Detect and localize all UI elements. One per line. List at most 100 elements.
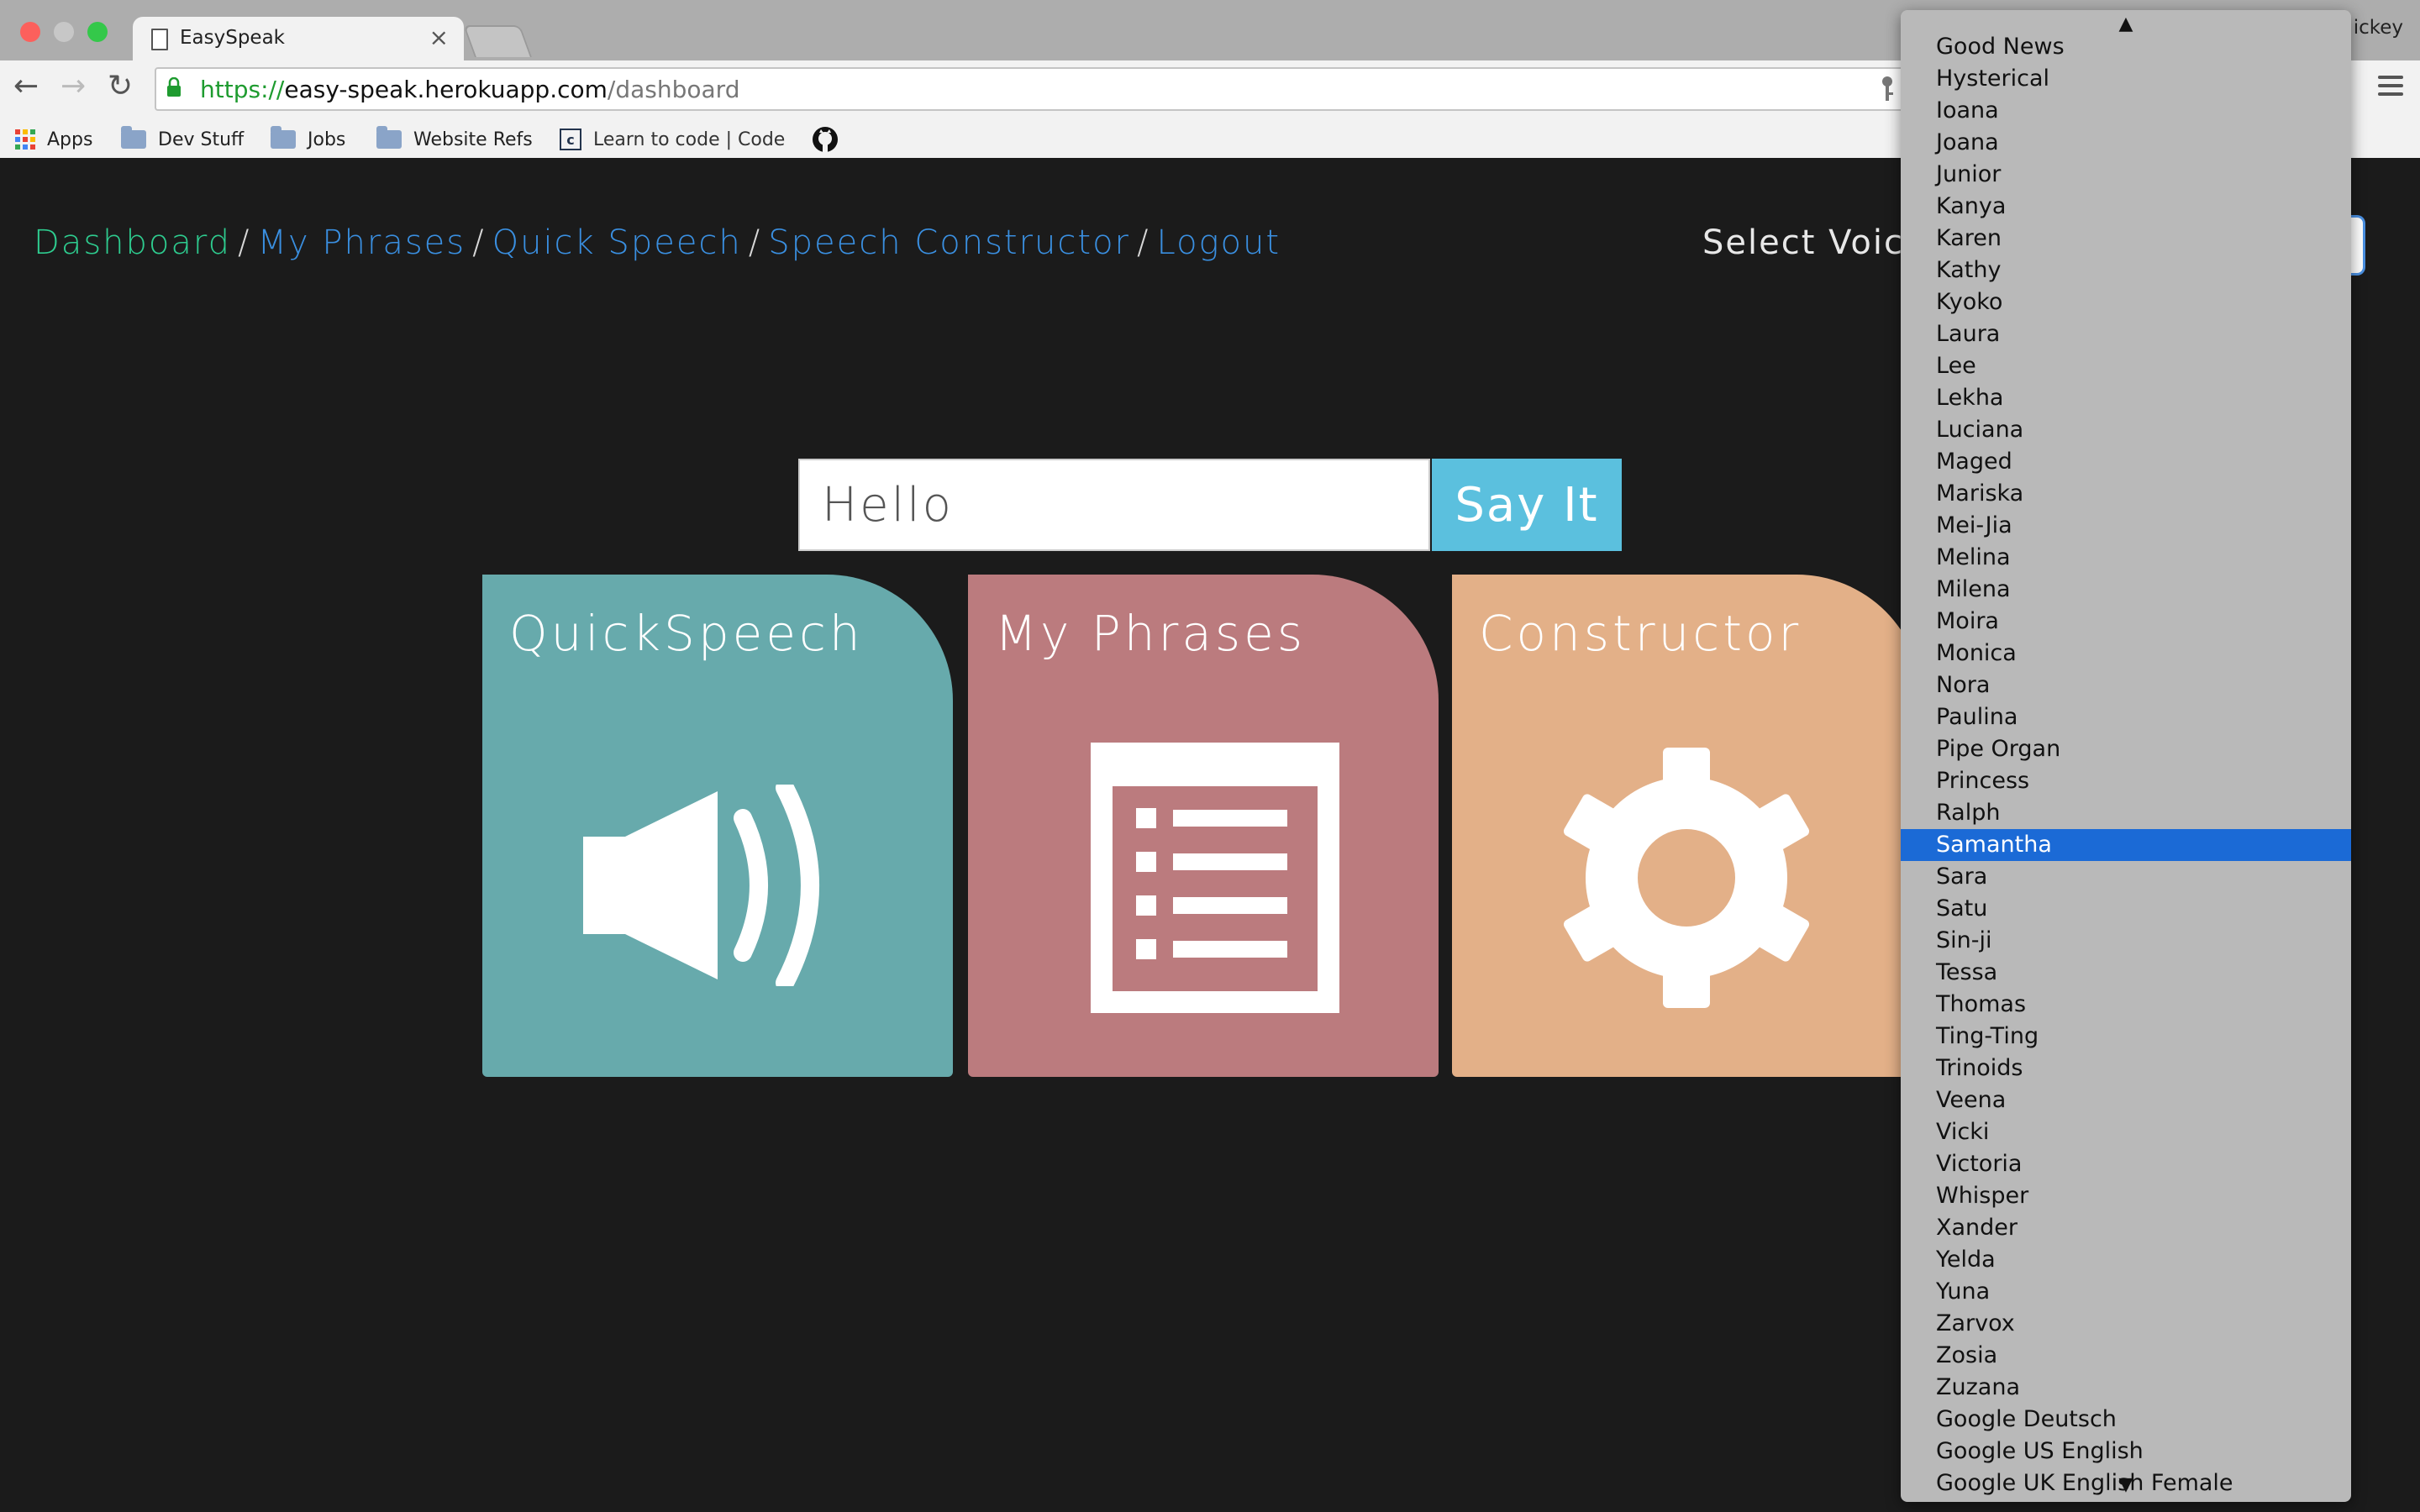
voice-option[interactable]: Sara: [1901, 861, 2351, 893]
voice-option[interactable]: Zosia: [1901, 1340, 2351, 1372]
bookmark-label: Learn to code | Code: [593, 129, 786, 150]
voice-option[interactable]: Milena: [1901, 574, 2351, 606]
key-icon[interactable]: [1879, 76, 1896, 102]
codecademy-icon: c: [560, 129, 581, 150]
constructor-card[interactable]: Constructor: [1452, 575, 1923, 1077]
voice-option[interactable]: Maged: [1901, 446, 2351, 478]
voice-option[interactable]: Mei-Jia: [1901, 510, 2351, 542]
voice-option[interactable]: Melina: [1901, 542, 2351, 574]
bookmark-dev-stuff[interactable]: Dev Stuff: [121, 124, 244, 155]
voice-option[interactable]: Kanya: [1901, 191, 2351, 223]
page-icon: [151, 29, 168, 50]
quickspeech-card[interactable]: QuickSpeech: [482, 575, 953, 1077]
voice-options: Good News Hysterical Ioana Joana Junior Kanya…: [1901, 31, 2351, 1499]
zoom-window-button[interactable]: [87, 22, 108, 42]
voice-option[interactable]: Yelda: [1901, 1244, 2351, 1276]
url-text: https://easy-speak.herokuapp.com/dashboa…: [200, 76, 739, 103]
nav-speech-constructor-link[interactable]: Speech Constructor: [768, 223, 1130, 262]
bookmark-codecademy[interactable]: c Learn to code | Code: [560, 124, 785, 155]
close-window-button[interactable]: [20, 22, 40, 42]
bookmark-label: Apps: [47, 129, 93, 150]
voice-option[interactable]: Tessa: [1901, 957, 2351, 989]
voice-option[interactable]: Good News: [1901, 31, 2351, 63]
select-voice-label: Select Voice: [1702, 223, 1927, 262]
nav-quick-speech-link[interactable]: Quick Speech: [492, 223, 742, 262]
voice-option[interactable]: Google Deutsch: [1901, 1404, 2351, 1436]
minimize-window-button[interactable]: [54, 22, 74, 42]
card-title: Constructor: [1479, 605, 1802, 662]
bookmark-jobs[interactable]: Jobs: [271, 124, 345, 155]
bookmark-label: Jobs: [308, 129, 346, 150]
bookmark-github[interactable]: [812, 124, 839, 155]
menu-icon[interactable]: [2378, 76, 2403, 101]
bookmark-label: Dev Stuff: [158, 129, 245, 150]
list-icon: [1091, 743, 1339, 1013]
gear-icon: [1563, 748, 1810, 1008]
apps-grid-icon: [15, 129, 35, 150]
voice-option[interactable]: Ralph: [1901, 797, 2351, 829]
bookmark-label: Website Refs: [413, 129, 533, 150]
voice-option-selected[interactable]: Samantha: [1901, 829, 2351, 861]
url-path: /dashboard: [607, 76, 740, 103]
folder-icon: [376, 126, 402, 149]
voice-option[interactable]: Pipe Organ: [1901, 733, 2351, 765]
scroll-down-arrow-icon[interactable]: ▼: [1901, 1474, 2351, 1495]
voice-option[interactable]: Ioana: [1901, 95, 2351, 127]
reload-icon[interactable]: ↻: [108, 69, 133, 103]
voice-option[interactable]: Junior: [1901, 159, 2351, 191]
nav-separator: /: [238, 223, 251, 262]
voice-option[interactable]: Mariska: [1901, 478, 2351, 510]
voice-dropdown-list[interactable]: ▲ Good News Hysterical Ioana Joana Junior Kan…: [1901, 10, 2351, 1502]
nav-dashboard-link[interactable]: Dashboard: [34, 223, 231, 262]
bookmark-website-refs[interactable]: Website Refs: [376, 124, 533, 155]
my-phrases-card[interactable]: My Phrases: [968, 575, 1439, 1077]
voice-option[interactable]: Zarvox: [1901, 1308, 2351, 1340]
voice-option[interactable]: Ting-Ting: [1901, 1021, 2351, 1053]
voice-option[interactable]: Nora: [1901, 669, 2351, 701]
voice-option[interactable]: Lekha: [1901, 382, 2351, 414]
voice-option[interactable]: Zuzana: [1901, 1372, 2351, 1404]
speaker-icon: [583, 785, 819, 986]
voice-option[interactable]: Princess: [1901, 765, 2351, 797]
voice-option[interactable]: Satu: [1901, 893, 2351, 925]
voice-option[interactable]: Sin-ji: [1901, 925, 2351, 957]
voice-option[interactable]: Vicki: [1901, 1116, 2351, 1148]
folder-icon: [121, 126, 146, 149]
nav-my-phrases-link[interactable]: My Phrases: [258, 223, 466, 262]
say-text-input[interactable]: [798, 459, 1430, 551]
back-arrow-icon[interactable]: ←: [13, 69, 39, 103]
voice-option[interactable]: Victoria: [1901, 1148, 2351, 1180]
voice-option[interactable]: Thomas: [1901, 989, 2351, 1021]
card-title: My Phrases: [995, 605, 1307, 662]
voice-option[interactable]: Luciana: [1901, 414, 2351, 446]
voice-option[interactable]: Monica: [1901, 638, 2351, 669]
folder-icon: [271, 126, 296, 149]
bookmark-apps[interactable]: Apps: [15, 124, 92, 155]
forward-arrow-icon[interactable]: →: [60, 69, 86, 103]
voice-option[interactable]: Lee: [1901, 350, 2351, 382]
address-bar[interactable]: https://easy-speak.herokuapp.com/dashboa…: [155, 67, 1906, 111]
url-host: easy-speak.herokuapp.com: [284, 76, 608, 103]
voice-option[interactable]: Trinoids: [1901, 1053, 2351, 1084]
voice-option[interactable]: Moira: [1901, 606, 2351, 638]
voice-option[interactable]: Kathy: [1901, 255, 2351, 286]
browser-tab[interactable]: EasySpeak ×: [133, 17, 464, 62]
voice-option[interactable]: Paulina: [1901, 701, 2351, 733]
voice-option[interactable]: Yuna: [1901, 1276, 2351, 1308]
voice-option[interactable]: Joana: [1901, 127, 2351, 159]
voice-option[interactable]: Hysterical: [1901, 63, 2351, 95]
tab-close-icon[interactable]: ×: [429, 24, 449, 51]
voice-option[interactable]: Google US English: [1901, 1436, 2351, 1467]
say-it-button[interactable]: Say It: [1432, 459, 1622, 551]
voice-option[interactable]: Karen: [1901, 223, 2351, 255]
profile-name[interactable]: ickey: [2354, 17, 2403, 39]
voice-option[interactable]: Whisper: [1901, 1180, 2351, 1212]
voice-option[interactable]: Laura: [1901, 318, 2351, 350]
voice-option[interactable]: Veena: [1901, 1084, 2351, 1116]
url-scheme: https://: [200, 76, 285, 103]
nav-separator: /: [748, 223, 762, 262]
voice-option[interactable]: Kyoko: [1901, 286, 2351, 318]
voice-option[interactable]: Xander: [1901, 1212, 2351, 1244]
new-tab-button[interactable]: [463, 25, 532, 57]
nav-logout-link[interactable]: Logout: [1156, 223, 1281, 262]
